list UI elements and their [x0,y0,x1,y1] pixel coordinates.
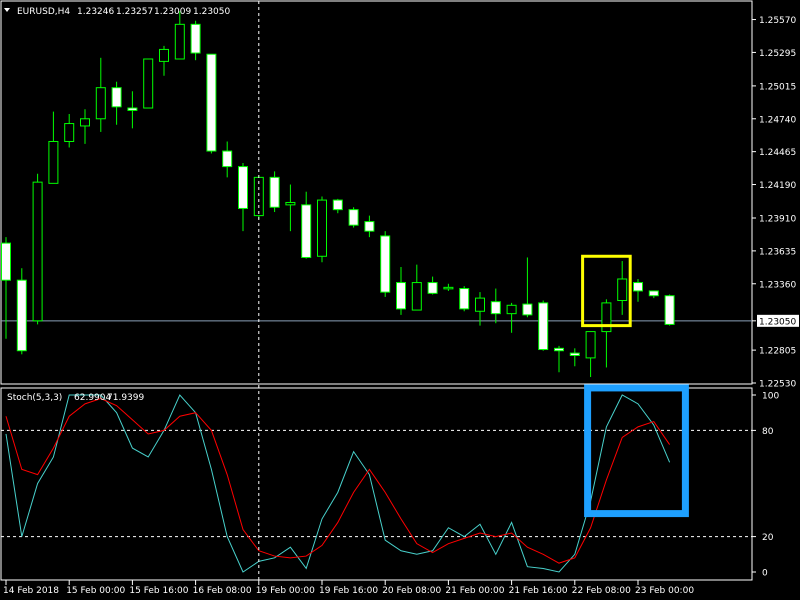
low-value: 1.23009 [154,7,191,17]
price-y-tick-label: 1.24740 [759,115,796,125]
bull-candle [95,87,106,120]
price-y-tick-label: 1.25015 [759,82,796,92]
price-y-tick-label: 1.22805 [759,347,796,357]
price-y-tick-label: 1.25570 [759,16,796,26]
time-x-tick-label: 15 Feb 16:00 [129,586,188,596]
bear-candle [648,290,659,297]
bull-candle [285,201,296,206]
price-y-tick-label: 1.25295 [759,49,796,59]
time-x-tick-label: 14 Feb 2018 [3,586,59,596]
bull-candle [617,278,628,302]
bull-candle [317,199,327,257]
price-y-tick-label: 1.22530 [759,380,796,390]
current-price-label: 1.23050 [759,317,796,327]
bull-candle [64,123,75,142]
time-x-tick-label: 20 Feb 08:00 [382,586,441,596]
bear-candle [206,53,217,152]
stochastic-pane[interactable]: 100 80 20 0 Stoch(5,3,3) 62.9904 71.9399 [0,384,779,581]
bull-candle [143,58,154,109]
price-y-tick-label: 1.23635 [759,247,796,257]
bear-candle [269,176,280,208]
time-x-tick-label: 15 Feb 00:00 [66,586,125,596]
time-x-tick-label: 23 Feb 00:00 [635,586,694,596]
bull-candle [506,304,517,315]
stochastic-y-axis: 100 80 20 0 [752,392,779,579]
bear-candle [427,282,438,294]
symbol-label: EURUSD,H4 [17,7,70,17]
bear-candle [633,282,643,292]
bear-candle [1,242,11,281]
bear-candle [459,288,470,310]
bear-candle [222,150,233,168]
bear-candle [348,209,359,226]
stochastic-y-tick-label: 100 [762,392,779,402]
bear-candle [301,204,312,258]
stochastic-y-tick-label: 20 [762,533,774,543]
bull-candle [80,118,90,127]
bear-candle [111,87,122,108]
time-x-axis: 14 Feb 2018 15 Feb 00:00 15 Feb 16:00 16 Fe… [3,580,694,596]
bear-candle [554,347,564,352]
price-y-axis: 1.25570 1.25295 1.25015 1.24740 1.24465 1.241… [752,16,799,390]
high-value: 1.23257 [116,7,153,17]
bull-candle [48,140,59,184]
price-y-tick-label: 1.24465 [759,148,796,158]
stochastic-y-tick-label: 0 [762,569,768,579]
bear-candle [16,279,27,352]
bull-candle [32,181,43,322]
price-y-tick-label: 1.23360 [759,280,796,290]
bull-candle [159,48,169,62]
bull-candle [585,331,596,359]
bear-candle [380,235,391,293]
time-x-tick-label: 21 Feb 16:00 [509,586,568,596]
open-value: 1.23246 [77,7,114,17]
price-y-tick-label: 1.24190 [759,181,796,191]
price-y-tick-label: 1.23910 [759,215,796,225]
bear-candle [332,199,343,211]
bear-candle [190,23,201,54]
bear-candle [396,282,406,310]
close-value: 1.23050 [193,7,230,17]
bull-candle [174,23,185,60]
indicator-label: Stoch(5,3,3) [7,393,62,403]
bull-candle [601,302,612,333]
bear-candle [490,301,501,315]
indicator-main-value: 62.9904 [74,393,111,403]
chart-header: EURUSD,H4 1.23246 1.23257 1.23009 1.2305… [4,7,230,17]
price-pane[interactable]: 1.25570 1.25295 1.25015 1.24740 1.24465 1.241… [0,0,799,390]
bear-candle [364,221,375,232]
bear-candle [238,166,248,209]
price-pane-frame [0,0,753,385]
bull-candle [443,286,454,290]
bull-candle [411,282,422,311]
time-x-tick-label: 19 Feb 00:00 [256,586,315,596]
bull-candle [475,297,485,312]
time-x-tick-label: 21 Feb 00:00 [445,586,504,596]
bear-candle [538,302,549,351]
stochastic-pane-frame [0,387,753,581]
time-x-tick-label: 16 Feb 08:00 [193,586,252,596]
time-x-tick-label: 22 Feb 08:00 [572,586,631,596]
bear-candle [664,295,675,325]
bear-candle [127,107,138,111]
bear-candle [569,352,580,357]
bear-candle [522,303,533,316]
chart-canvas: 1.25570 1.25295 1.25015 1.24740 1.24465 1.241… [0,0,799,596]
time-x-tick-label: 19 Feb 16:00 [319,586,378,596]
stochastic-y-tick-label: 80 [762,427,774,437]
indicator-signal-value: 71.9399 [107,393,144,403]
